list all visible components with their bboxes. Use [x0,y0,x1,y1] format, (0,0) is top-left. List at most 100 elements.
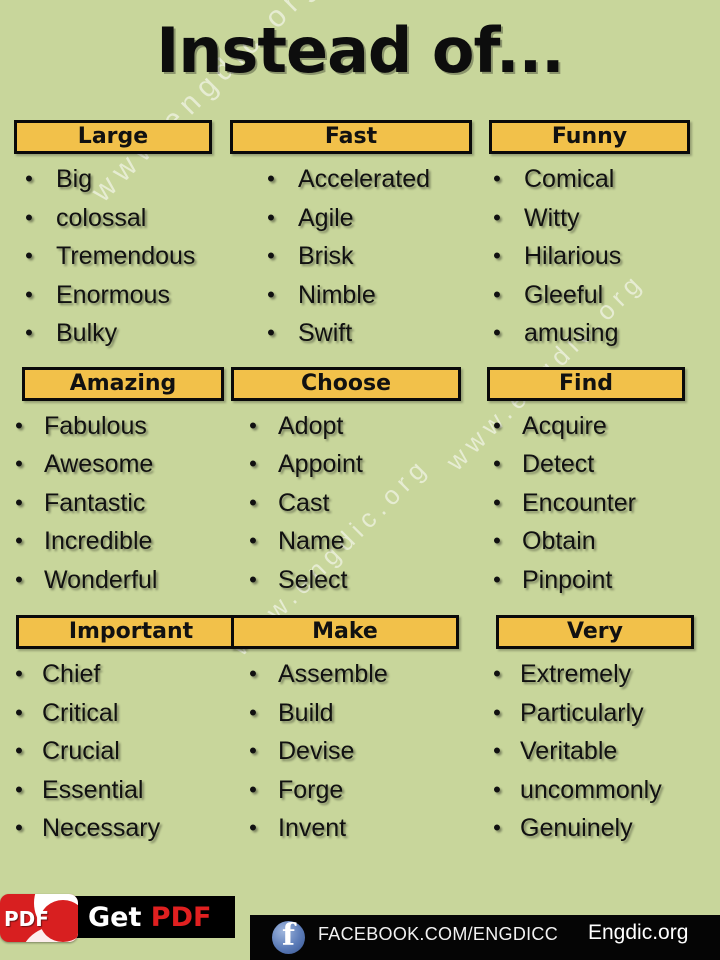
word-list: • Assemble • Build • Devise • Forge • Invent [228,655,478,848]
bullet-icon: • [249,661,257,686]
word-label: Wonderful [44,565,158,594]
bullet-icon: • [493,451,501,476]
bullet-icon: • [493,166,501,191]
get-pdf-label[interactable]: Get PDF [88,902,211,934]
bullet-icon: • [249,738,257,763]
list-item: • Genuinely [486,809,718,848]
bullet-icon: • [493,528,501,553]
word-label: Particularly [520,698,644,727]
list-item: • Wonderful [8,561,228,600]
word-group-very: Very • Extremely • Particularly • Veritable… [478,615,718,848]
facebook-url-label[interactable]: FACEBOOK.COM/ENGDICC [318,924,558,945]
bullet-icon: • [267,320,275,345]
word-list: • Extremely • Particularly • Veritable • unc… [478,655,718,848]
group-row: Amazing • Fabulous • Awesome • Fantastic • I… [0,366,720,600]
list-item: • Bulky [18,314,228,353]
list-item: • amusing [486,314,718,353]
group-header-wrap: Choose [228,366,478,401]
list-item: • Detect [486,445,718,484]
word-list: • Comical • Witty • Hilarious • Gleeful • amu… [478,160,718,353]
word-group-choose: Choose • Adopt • Appoint • Cast • Name • Sele… [228,366,478,600]
list-item: • Acquire [486,407,718,446]
word-label: uncommonly [520,775,662,804]
bullet-icon: • [493,489,501,515]
bullet-icon: • [249,412,257,438]
list-item: • Devise [242,732,478,771]
group-header: Important [16,615,246,649]
word-list: • Accelerated • Agile • Brisk • Nimble • Swif… [228,160,478,353]
site-label[interactable]: Engdic.org [588,921,688,945]
bullet-icon: • [493,815,501,840]
list-item: • Hilarious [486,237,718,276]
bullet-icon: • [249,699,257,725]
group-header: Funny [489,120,690,154]
bullet-icon: • [493,566,501,592]
bullet-icon: • [15,815,23,840]
bullet-icon: • [25,204,33,230]
list-item: • Cast [242,484,478,523]
pdf-word: PDF [150,902,212,933]
word-label: Encounter [522,488,636,517]
bullet-icon: • [15,528,23,553]
word-list: • Chief • Critical • Crucial • Essential • Ne… [0,655,228,848]
word-label: Enormous [56,280,170,309]
list-item: • Appoint [242,445,478,484]
list-item: • Brisk [260,237,478,276]
bullet-icon: • [267,281,275,307]
list-item: • Obtain [486,522,718,561]
bullet-icon: • [25,243,33,268]
bullet-icon: • [249,776,257,802]
bullet-icon: • [267,166,275,191]
poster-root: www.engdic.org www.engdic.org www.engdic… [0,0,720,960]
facebook-icon[interactable]: f [272,918,305,954]
list-item: • Name [242,522,478,561]
list-item: • Agile [260,199,478,238]
bullet-icon: • [493,738,501,763]
list-item: • Forge [242,771,478,810]
bullet-icon: • [15,661,23,686]
group-header-wrap: Amazing [0,366,228,401]
group-header-wrap: Large [0,120,228,154]
word-group-amazing: Amazing • Fabulous • Awesome • Fantastic • I… [0,366,228,600]
group-header: Make [231,615,459,649]
bullet-icon: • [249,566,257,592]
list-item: • Tremendous [18,237,228,276]
list-item: • Gleeful [486,276,718,315]
pdf-logo-icon[interactable]: PDF [0,894,78,942]
word-group-important: Important • Chief • Critical • Crucial • Ess… [0,615,246,848]
list-item: • Adopt [242,407,478,446]
word-list: • Acquire • Detect • Encounter • Obtain • Pin… [478,407,718,600]
group-header-wrap: Fast [228,120,478,154]
bullet-icon: • [25,281,33,307]
list-item: • Pinpoint [486,561,718,600]
list-item: • uncommonly [486,771,718,810]
list-item: • Awesome [8,445,228,484]
group-header-wrap: Funny [478,120,718,154]
list-item: • colossal [18,199,228,238]
group-header-wrap: Make [228,615,478,649]
bullet-icon: • [249,489,257,515]
group-header: Amazing [22,366,224,401]
group-header: Choose [231,366,461,401]
group-row: Important • Chief • Critical • Crucial • Ess… [0,615,720,848]
bullet-icon: • [15,776,23,802]
bullet-icon: • [493,699,501,725]
bullet-icon: • [493,661,501,686]
bullet-icon: • [15,451,23,476]
word-label: Necessary [42,814,161,842]
group-header-wrap: Find [478,366,718,401]
list-item: • Fabulous [8,407,228,446]
list-item: • Particularly [486,694,718,733]
facebook-f-glyph: f [282,918,295,953]
list-item: • Big [18,160,228,199]
word-label: Accelerated [298,165,431,193]
list-item: • Chief [8,655,228,694]
group-header: Large [14,120,212,154]
list-item: • Incredible [8,522,228,561]
list-item: • Necessary [8,809,228,848]
bullet-icon: • [493,204,501,230]
word-label: Tremendous [56,242,196,270]
bullet-icon: • [15,699,23,725]
bullet-icon: • [493,320,501,345]
group-row: Large • Big • colossal • Tremendous • Enormo… [0,120,720,353]
